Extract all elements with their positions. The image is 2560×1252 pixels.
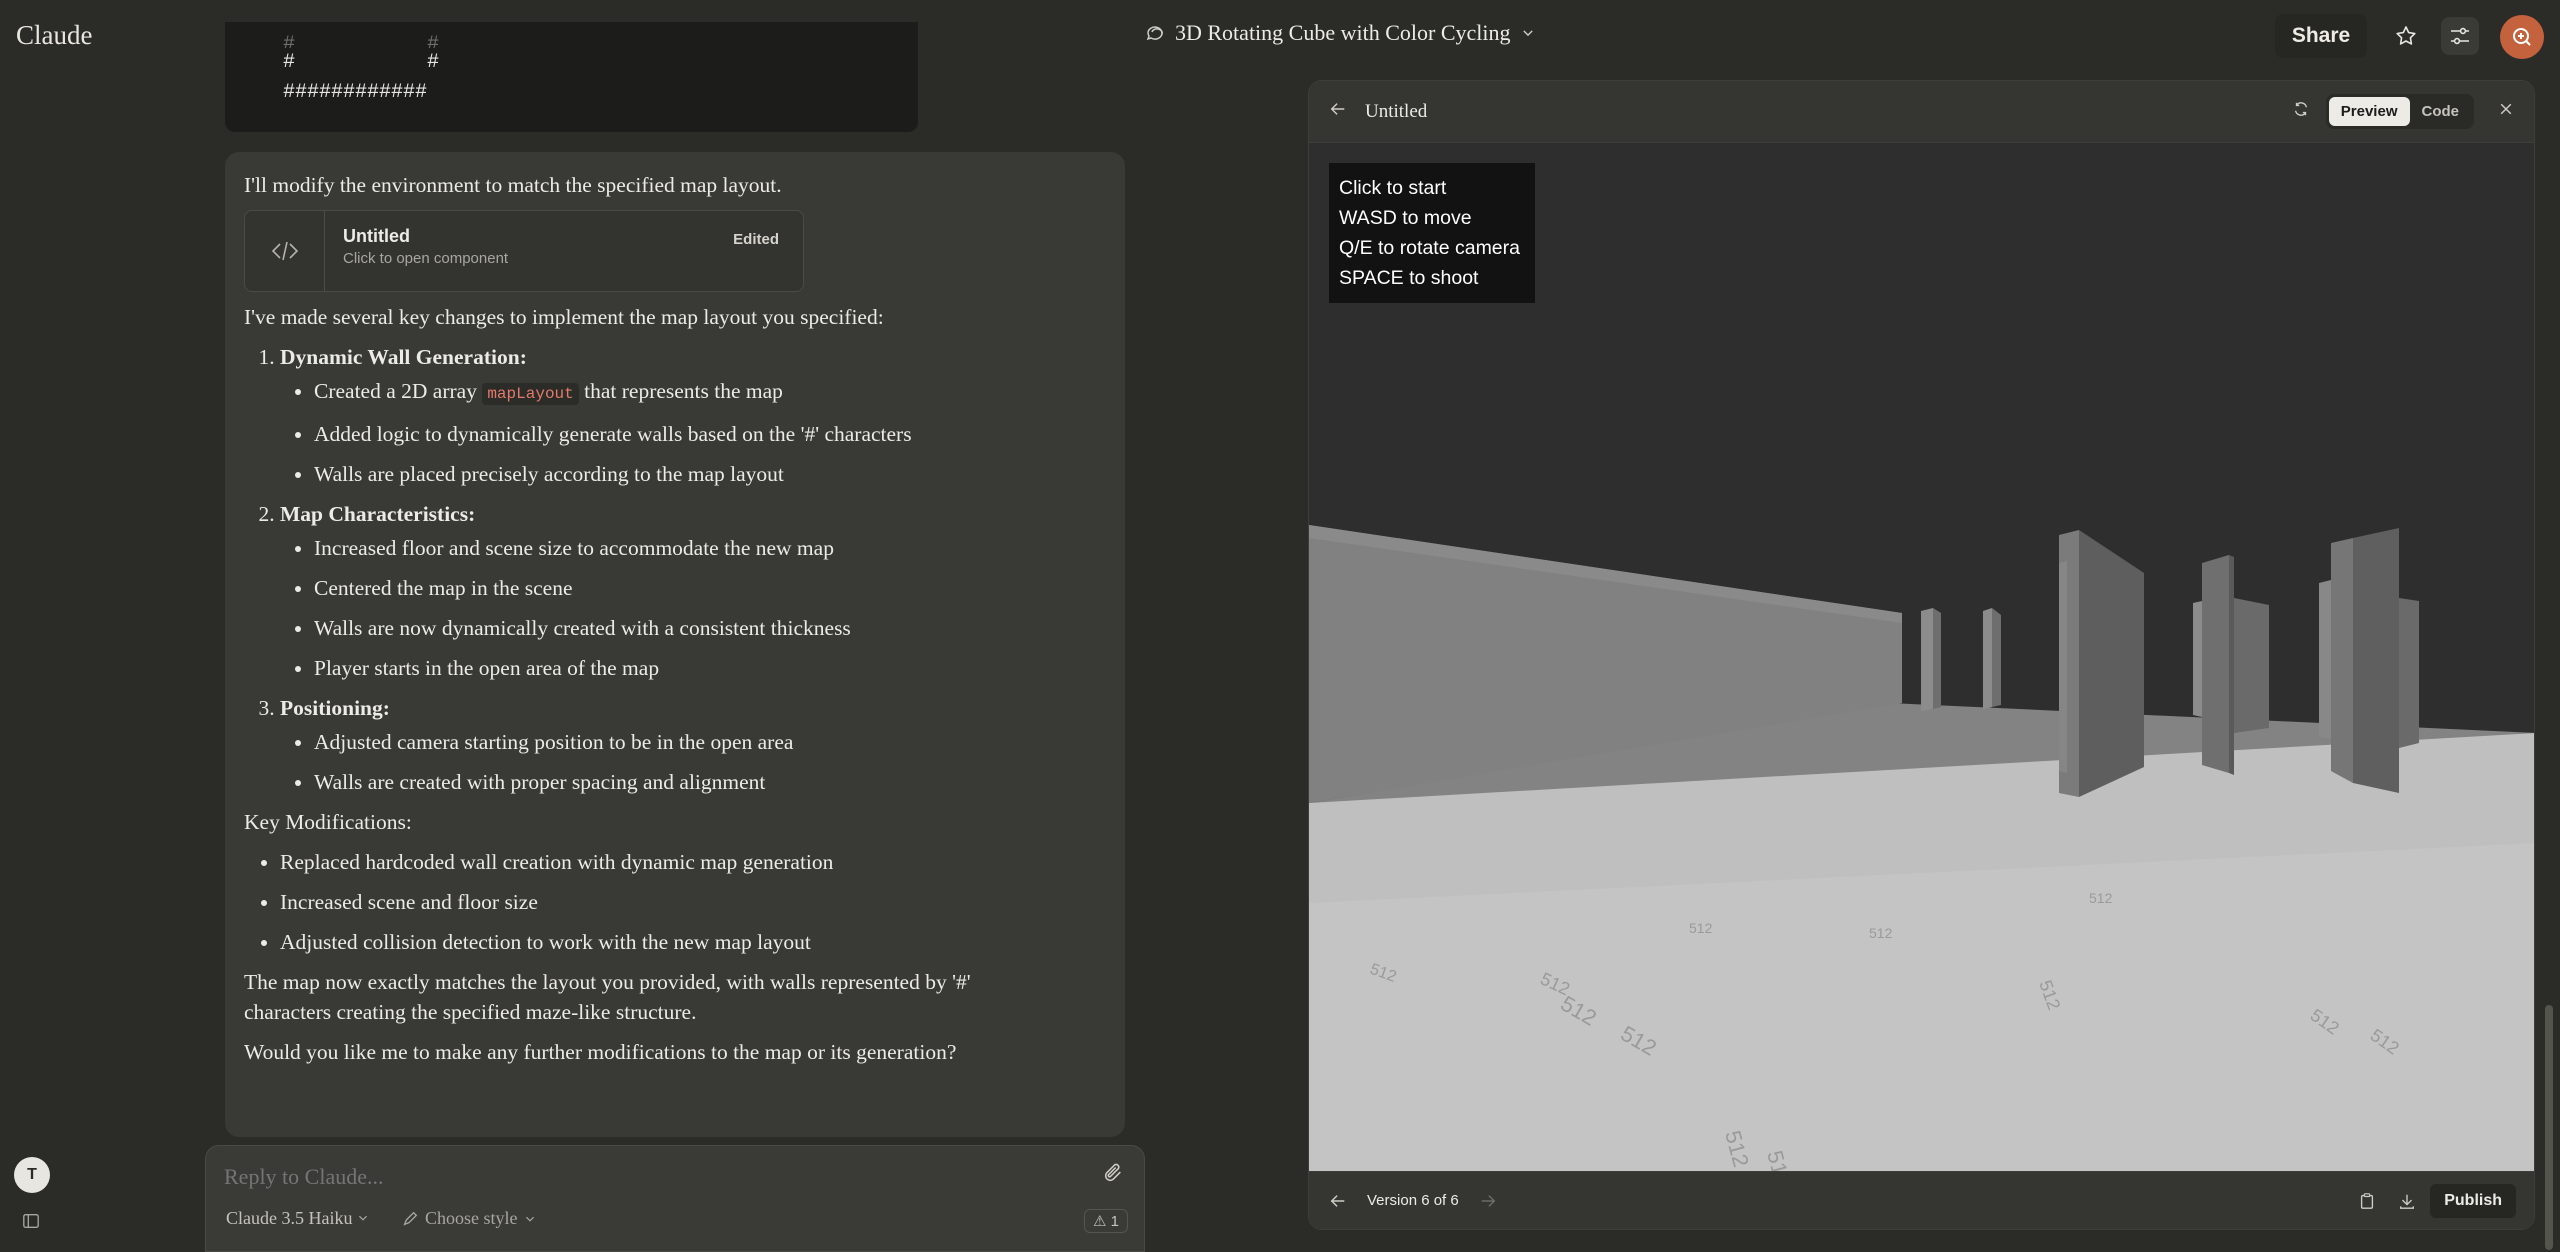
refresh-icon[interactable] <box>2292 100 2310 123</box>
message-question: Would you like me to make any further mo… <box>244 1040 957 1064</box>
panel-title: Untitled <box>1365 100 1428 122</box>
list-item: Walls are created with proper spacing an… <box>314 767 1106 797</box>
message-closing: The map now exactly matches the layout y… <box>244 970 971 1024</box>
sidebar-toggle-icon[interactable] <box>22 1212 40 1235</box>
next-version-icon[interactable] <box>1479 1192 1497 1210</box>
previous-version-icon[interactable] <box>1329 1192 1347 1210</box>
chat-title-text: 3D Rotating Cube with Color Cycling <box>1175 20 1511 45</box>
back-arrow-icon[interactable] <box>1329 100 1347 123</box>
user-avatar[interactable]: T <box>14 1157 50 1193</box>
chevron-down-icon <box>358 1215 368 1221</box>
publish-button[interactable]: Publish <box>2430 1183 2516 1218</box>
list-item: Centered the map in the scene <box>314 573 1106 603</box>
list-item: Added logic to dynamically generate wall… <box>314 419 1106 449</box>
instruction-line: WASD to move <box>1339 207 1472 229</box>
style-label: Choose style <box>425 1208 518 1228</box>
list-item: Player starts in the open area of the ma… <box>314 653 1106 683</box>
sliders-icon <box>2451 27 2469 45</box>
panel-footer: Version 6 of 6 Publish <box>1309 1171 2534 1229</box>
model-selector[interactable]: Claude 3.5 Haiku <box>226 1208 369 1229</box>
inline-code: mapLayout <box>482 383 579 405</box>
instruction-line: Q/E to rotate camera <box>1339 237 1520 259</box>
artifact-title: Untitled <box>343 226 410 246</box>
page-scrollbar[interactable] <box>2545 1005 2553 1250</box>
instruction-line: Click to start <box>1339 177 1447 199</box>
panel-header: Untitled Preview Code <box>1309 81 2534 143</box>
search-plus-icon <box>2513 28 2531 46</box>
model-name: Claude 3.5 Haiku <box>226 1208 353 1228</box>
star-button[interactable] <box>2387 17 2425 55</box>
claude-logo[interactable]: Claude <box>16 20 92 51</box>
section-title: Positioning <box>280 696 383 720</box>
key-mods-list: Replaced hardcoded wall creation with dy… <box>280 847 1106 957</box>
message-lead: I've made several key changes to impleme… <box>244 305 884 329</box>
view-toggle: Preview Code <box>2325 94 2474 129</box>
list-item: Replaced hardcoded wall creation with dy… <box>280 847 1106 877</box>
share-button[interactable]: Share <box>2275 14 2367 58</box>
edited-badge: Edited <box>733 231 779 248</box>
floor-label: 512 <box>1689 920 1713 936</box>
reply-input[interactable] <box>224 1164 1074 1190</box>
list-item: Created a 2D array mapLayout that repres… <box>314 376 1106 409</box>
artifact-panel: Untitled Preview Code 512 512 512 512 51… <box>1308 80 2535 1230</box>
key-mods-label: Key Modifications: <box>244 810 412 834</box>
floor-label: 512 <box>1869 925 1893 941</box>
reply-composer: Claude 3.5 Haiku Choose style ⚠ 1 <box>205 1145 1145 1252</box>
game-preview-canvas[interactable]: 512 512 512 512 512 512 512 512 512 512 … <box>1309 143 2534 1173</box>
code-line: ############ <box>283 81 428 104</box>
list-item: Adjusted collision detection to work wit… <box>280 927 1106 957</box>
chat-bubble-icon <box>1146 26 1163 41</box>
pen-icon <box>403 1211 418 1226</box>
code-icon <box>245 211 325 291</box>
download-icon[interactable] <box>2398 1192 2416 1210</box>
profile-avatar-button[interactable] <box>2500 15 2544 59</box>
assistant-message: I'll modify the environment to match the… <box>225 152 1125 1137</box>
chevron-down-icon <box>1522 30 1533 37</box>
code-line: # # <box>283 51 440 74</box>
star-icon <box>2396 26 2416 45</box>
instruction-line: SPACE to shoot <box>1339 267 1479 289</box>
list-item: Walls are now dynamically created with a… <box>314 613 1106 643</box>
chat-title-dropdown[interactable]: 3D Rotating Cube with Color Cycling <box>1145 20 1535 46</box>
code-line: # # <box>283 33 440 48</box>
chevron-down-icon <box>525 1216 534 1222</box>
copy-icon[interactable] <box>2358 1192 2376 1210</box>
list-item: Adjusted camera starting position to be … <box>314 727 1106 757</box>
version-label: Version 6 of 6 <box>1367 1192 1459 1209</box>
artifact-subtitle: Click to open component <box>343 250 509 267</box>
close-icon[interactable] <box>2498 101 2514 122</box>
message-intro: I'll modify the environment to match the… <box>244 173 782 197</box>
list-item: Increased scene and floor size <box>280 887 1106 917</box>
settings-sliders-button[interactable] <box>2441 17 2479 55</box>
style-selector[interactable]: Choose style <box>401 1208 536 1229</box>
list-item: Walls are placed precisely according to … <box>314 459 1106 489</box>
list-item: Map Characteristics: Increased floor and… <box>280 499 1106 683</box>
list-item: Increased floor and scene size to accomm… <box>314 533 1106 563</box>
section-title: Map Characteristics <box>280 502 469 526</box>
tab-code[interactable]: Code <box>2410 97 2472 126</box>
artifact-count-badge[interactable]: ⚠ 1 <box>1084 1209 1128 1233</box>
artifact-card[interactable]: Untitled Click to open component Edited <box>244 210 804 292</box>
list-item: Positioning: Adjusted camera starting po… <box>280 693 1106 797</box>
code-block: # # # # ############ <box>225 22 918 132</box>
tab-preview[interactable]: Preview <box>2328 97 2410 126</box>
changes-list: Dynamic Wall Generation: Created a 2D ar… <box>280 342 1106 797</box>
paperclip-icon[interactable] <box>1102 1162 1124 1189</box>
floor-label: 512 <box>2089 890 2113 906</box>
game-instructions: Click to start WASD to move Q/E to rotat… <box>1329 163 1535 303</box>
list-item: Dynamic Wall Generation: Created a 2D ar… <box>280 342 1106 489</box>
section-title: Dynamic Wall Generation <box>280 345 520 369</box>
